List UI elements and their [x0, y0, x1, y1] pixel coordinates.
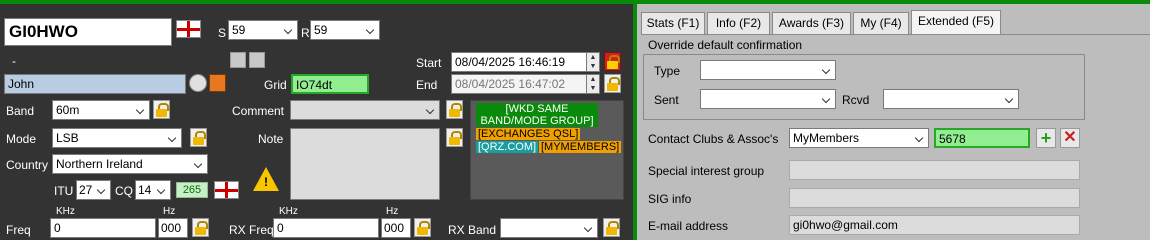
rxfreq-khz-label: KHz — [279, 206, 298, 217]
dxcc-flag-icon — [214, 181, 239, 199]
start-time-spinner[interactable]: ▲ ▼ — [586, 52, 600, 72]
type-select[interactable] — [700, 60, 836, 80]
freq-label: Freq — [6, 223, 31, 237]
rxfreq-hz-input[interactable]: 000 — [381, 218, 411, 238]
tab-stats[interactable]: Stats (F1) — [641, 12, 705, 34]
end-time-input[interactable]: 08/04/2025 16:47:02 — [451, 74, 587, 94]
end-time-spinner[interactable]: ▲ ▼ — [586, 74, 600, 94]
sig-group-label: Special interest group — [648, 164, 765, 178]
sig-info-label: SIG info — [648, 192, 692, 206]
name-input[interactable]: John — [4, 74, 186, 94]
tag-wkd-same-band-mode: [WKD SAME BAND/MODE GROUP] — [476, 103, 598, 127]
cq-label: CQ — [115, 184, 133, 198]
rcvd-select[interactable] — [883, 89, 1019, 109]
band-select[interactable]: 60m — [52, 100, 150, 120]
itu-label: ITU — [54, 184, 74, 198]
band-label: Band — [6, 104, 35, 118]
rxband-label: RX Band — [448, 223, 497, 237]
add-club-button[interactable]: + — [1036, 128, 1056, 148]
email-label: E-mail address — [648, 219, 729, 233]
override-title: Override default confirmation — [648, 38, 803, 52]
qso-entry-panel: GI0HWO S 59 R 59 - Start 08/04/2025 16:4… — [0, 0, 633, 240]
warning-mark: ! — [264, 175, 268, 189]
email-input[interactable]: gi0hwo@gmail.com — [789, 215, 1080, 235]
grid-label: Grid — [264, 78, 287, 92]
name-lookup-icon[interactable] — [189, 74, 207, 92]
sig-info-input[interactable] — [789, 188, 1080, 208]
clubs-select[interactable]: MyMembers — [789, 128, 929, 148]
callsign-input[interactable]: GI0HWO — [4, 18, 172, 46]
itu-select[interactable]: 27 — [76, 180, 111, 200]
dxcc-badge: 265 — [176, 182, 208, 198]
rcvd-label: Rcvd — [842, 93, 870, 107]
tag-exchanges-qsl: [EXCHANGES QSL] — [476, 128, 581, 140]
note-label: Note — [258, 132, 284, 146]
comment-lock-icon[interactable] — [446, 100, 463, 119]
end-lock-icon[interactable] — [604, 74, 621, 93]
rxfreq-lock-icon[interactable] — [414, 218, 431, 237]
sent-select[interactable] — [700, 89, 836, 109]
note-lock-icon[interactable] — [446, 128, 463, 147]
freq-lock-icon[interactable] — [192, 218, 209, 237]
rst-sent-label: S — [218, 26, 227, 40]
rxband-select[interactable] — [500, 218, 598, 238]
country-label: Country — [6, 158, 49, 172]
rst-sent-select[interactable]: 59 — [228, 20, 298, 40]
sent-label: Sent — [654, 93, 679, 107]
freq-khz-label: KHz — [56, 206, 75, 217]
qso-tags-panel: [WKD SAME BAND/MODE GROUP] [EXCHANGES QS… — [470, 100, 624, 200]
start-label: Start — [416, 56, 442, 70]
start-time-input[interactable]: 08/04/2025 16:46:19 — [451, 52, 587, 72]
tab-awards[interactable]: Awards (F3) — [772, 12, 851, 34]
name-edit-icon[interactable] — [209, 74, 226, 92]
grid-input[interactable]: IO74dt — [291, 74, 369, 94]
tag-qrz-com: [QRZ.COM] — [476, 141, 539, 153]
country-select[interactable]: Northern Ireland — [52, 154, 208, 174]
mode-select[interactable]: LSB — [52, 128, 182, 148]
tab-extended[interactable]: Extended (F5) — [911, 10, 1001, 34]
rxfreq-label: RX Freq — [229, 223, 274, 237]
details-panel: Stats (F1) Info (F2) Awards (F3) My (F4)… — [633, 0, 1150, 240]
freq-hz-label: Hz — [163, 206, 176, 217]
comment-input[interactable] — [290, 100, 440, 120]
cq-select[interactable]: 14 — [135, 180, 171, 200]
sig-group-input[interactable] — [789, 160, 1080, 180]
remove-club-button[interactable]: ✕ — [1060, 128, 1080, 148]
end-label: End — [416, 78, 438, 92]
dash-label: - — [12, 54, 16, 68]
rxfreq-hz-label: Hz — [386, 206, 399, 217]
tag-mymembers: [MYMEMBERS] — [539, 141, 622, 153]
rst-rcvd-select[interactable]: 59 — [310, 20, 380, 40]
mode-label: Mode — [6, 132, 37, 146]
start-lock-icon[interactable] — [604, 52, 621, 71]
mode-lock-icon[interactable] — [190, 128, 207, 147]
override-group: Type Sent Rcvd — [643, 54, 1085, 120]
band-lock-icon[interactable] — [153, 100, 170, 119]
tab-my[interactable]: My (F4) — [853, 12, 909, 34]
qsl-button-1[interactable] — [230, 52, 246, 68]
note-textarea[interactable] — [290, 128, 440, 200]
rxband-lock-icon[interactable] — [603, 218, 620, 237]
freq-hz-input[interactable]: 000 — [158, 218, 188, 238]
rst-rcvd-label: R — [301, 26, 310, 40]
qsl-button-2[interactable] — [249, 52, 265, 68]
tab-strip-line — [641, 34, 1150, 35]
type-label: Type — [654, 64, 681, 78]
comment-label: Comment — [232, 104, 285, 118]
country-flag-icon — [176, 20, 201, 38]
rxfreq-khz-input[interactable]: 0 — [273, 218, 379, 238]
freq-khz-input[interactable]: 0 — [50, 218, 156, 238]
clubs-label: Contact Clubs & Assoc's — [648, 132, 779, 146]
tab-info[interactable]: Info (F2) — [707, 12, 770, 34]
clubs-value-input[interactable]: 5678 — [934, 128, 1030, 148]
